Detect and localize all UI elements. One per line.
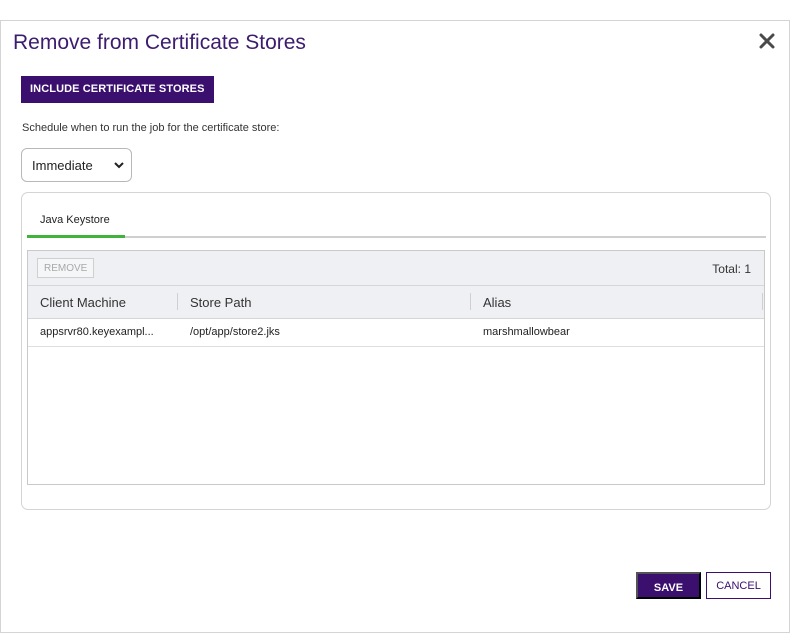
schedule-select-value: Immediate xyxy=(32,158,93,173)
grid-header: Client Machine Store Path Alias xyxy=(28,286,764,319)
close-icon xyxy=(759,33,775,49)
active-tab-indicator xyxy=(27,235,125,238)
tab-label: Java Keystore xyxy=(40,214,110,226)
column-separator[interactable] xyxy=(470,293,471,310)
cell-store-path: /opt/app/store2.jks xyxy=(190,326,280,338)
include-certificate-stores-button[interactable]: INCLUDE CERTIFICATE STORES xyxy=(21,76,214,103)
dialog-title: Remove from Certificate Stores xyxy=(13,31,306,54)
certificate-store-panel: Java Keystore REMOVE Total: 1 Client Mac… xyxy=(21,192,771,510)
column-separator[interactable] xyxy=(177,293,178,310)
chevron-down-icon xyxy=(114,162,124,169)
certificate-store-grid: REMOVE Total: 1 Client Machine Store Pat… xyxy=(27,250,765,485)
column-separator[interactable] xyxy=(762,293,763,310)
close-button[interactable] xyxy=(757,31,777,51)
table-row[interactable]: appsrvr80.keyexampl... /opt/app/store2.j… xyxy=(28,319,764,347)
remove-button[interactable]: REMOVE xyxy=(37,258,95,278)
column-header-store-path[interactable]: Store Path xyxy=(190,295,251,310)
tab-strip xyxy=(27,236,766,238)
cell-alias: marshmallowbear xyxy=(483,326,570,338)
schedule-select[interactable]: Immediate xyxy=(21,148,132,182)
remove-from-certificate-stores-dialog: Remove from Certificate Stores INCLUDE C… xyxy=(0,20,790,633)
cell-client-machine: appsrvr80.keyexampl... xyxy=(40,326,154,338)
total-count: Total: 1 xyxy=(712,262,751,276)
tab-java-keystore[interactable]: Java Keystore xyxy=(27,205,125,238)
column-header-alias[interactable]: Alias xyxy=(483,295,511,310)
schedule-label: Schedule when to run the job for the cer… xyxy=(22,122,280,134)
grid-toolbar: REMOVE Total: 1 xyxy=(28,251,764,286)
cancel-button[interactable]: CANCEL xyxy=(706,572,771,599)
save-button[interactable]: SAVE xyxy=(636,572,701,599)
column-header-client-machine[interactable]: Client Machine xyxy=(40,295,126,310)
